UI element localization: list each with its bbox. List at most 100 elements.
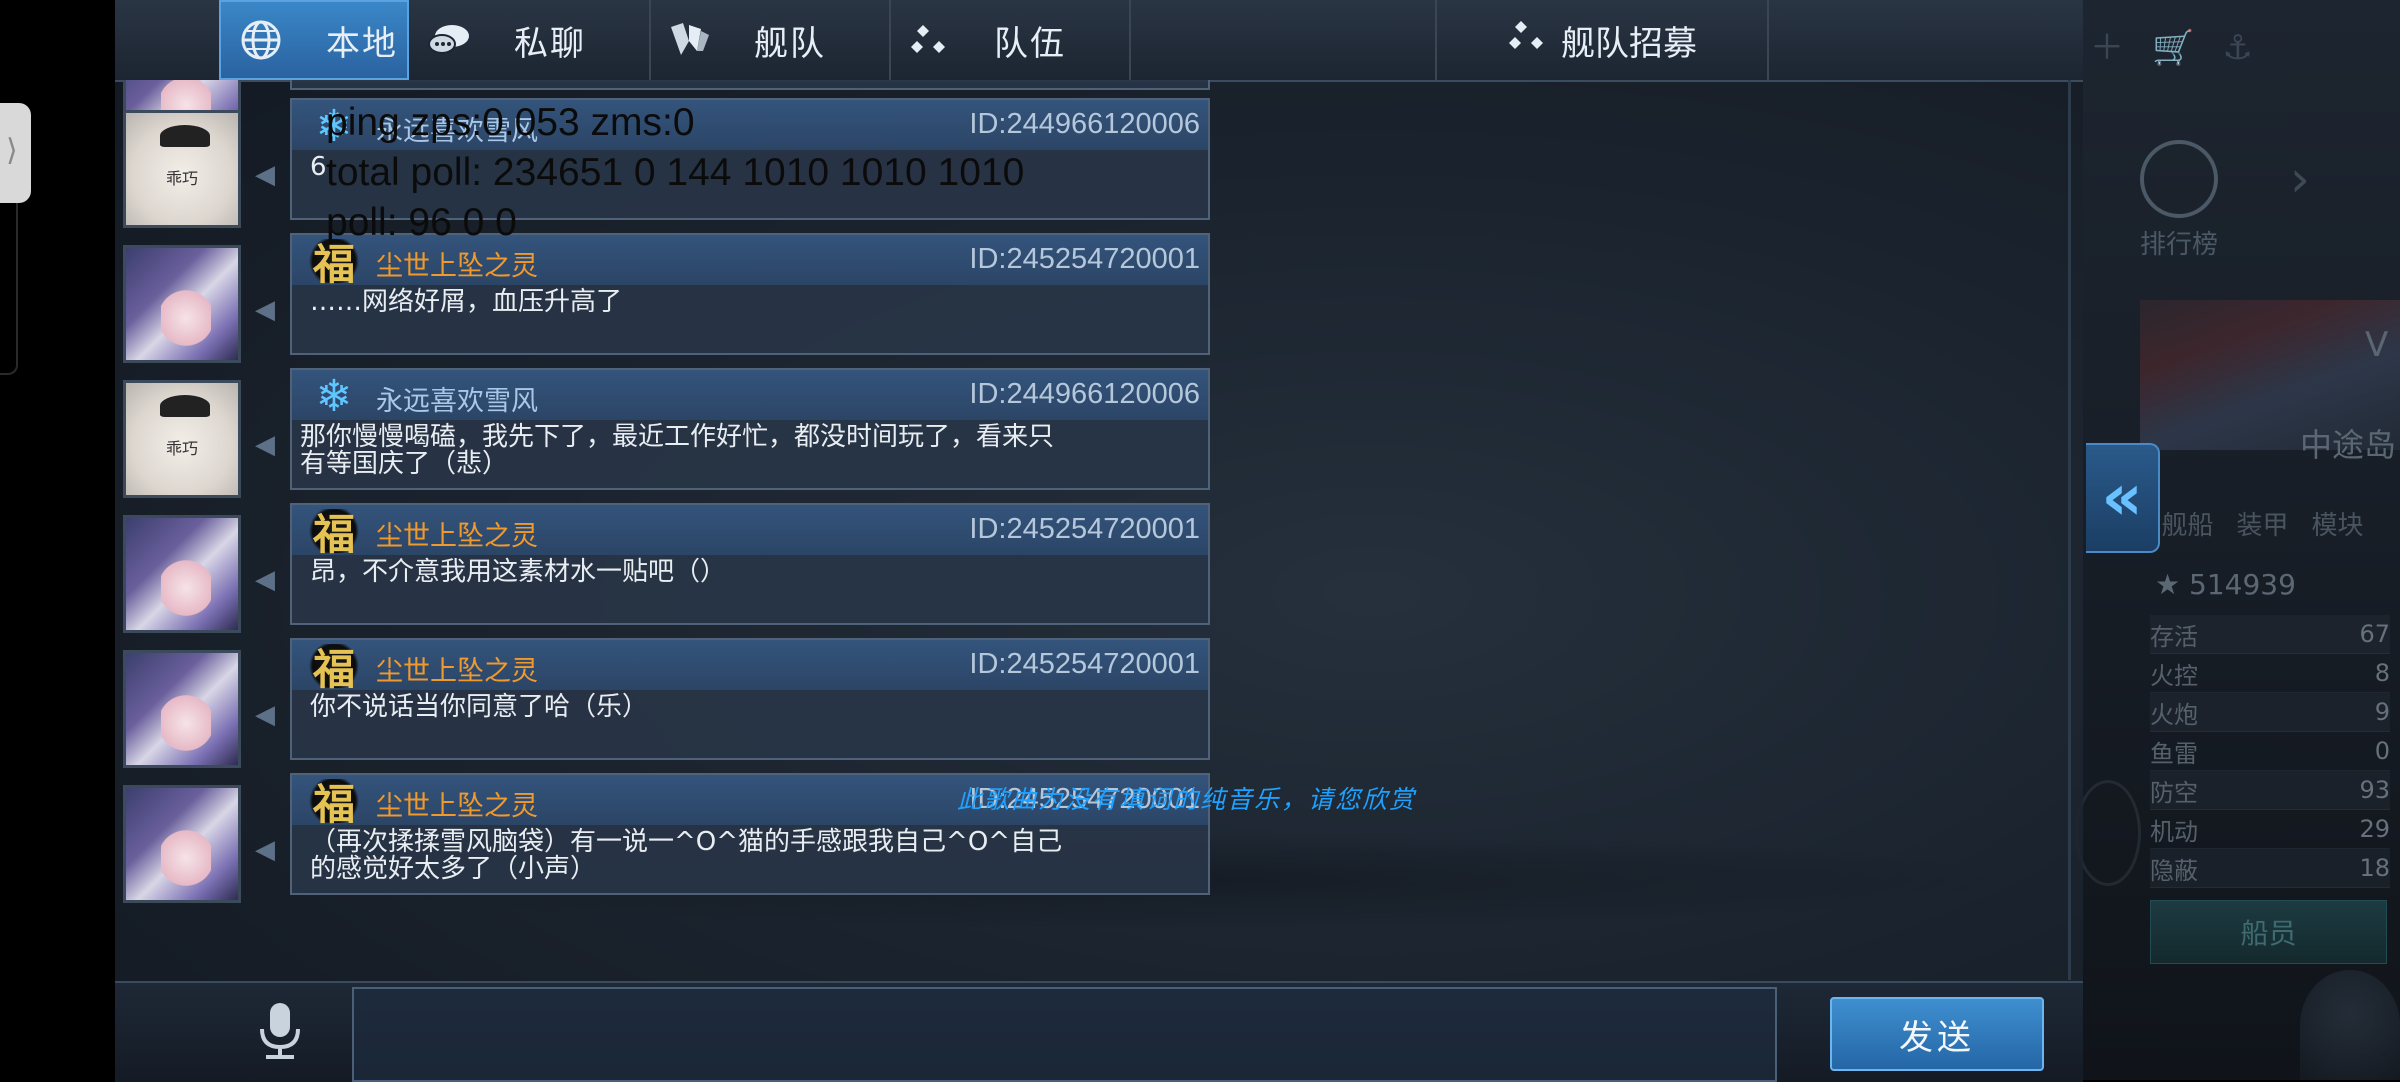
tab-label: 本地 bbox=[326, 23, 398, 64]
fleet-icon bbox=[664, 15, 714, 65]
message-bubble: 福 尘世上坠之灵 ID:245254720001 你不说话当你同意了哈（乐） bbox=[290, 638, 1210, 760]
combat-power: ★ 514939 bbox=[2155, 568, 2296, 601]
shop-cart-icon[interactable]: 🛒 bbox=[2152, 28, 2194, 68]
avatar[interactable] bbox=[123, 515, 241, 633]
ship-tabs: 舰船 装甲 模块 bbox=[2150, 505, 2375, 542]
captain-avatar[interactable] bbox=[2300, 970, 2400, 1080]
crew-button[interactable]: 船员 bbox=[2150, 900, 2387, 964]
microphone-icon[interactable] bbox=[250, 1001, 310, 1061]
tab-local[interactable]: 本地 bbox=[219, 0, 409, 80]
team-icon bbox=[1507, 19, 1547, 61]
side-drawer-handle[interactable] bbox=[0, 103, 31, 203]
caret-left-icon: ◀ bbox=[255, 295, 275, 325]
screen-edge-decoration bbox=[0, 203, 18, 375]
tab-ship[interactable]: 舰船 bbox=[2150, 505, 2225, 542]
debug-total-poll: total poll: 234651 0 144 1010 1010 1010 bbox=[326, 151, 1025, 194]
sender-name[interactable]: 永远喜欢雪风 bbox=[376, 379, 538, 418]
caret-left-icon: ◀ bbox=[255, 430, 275, 460]
avatar[interactable] bbox=[123, 245, 241, 363]
stat-row: 火控 8 bbox=[2150, 654, 2390, 693]
stat-value: 0 bbox=[2374, 737, 2390, 765]
tab-armor[interactable]: 装甲 bbox=[2225, 505, 2300, 542]
sender-id: ID:245254720001 bbox=[969, 513, 1200, 545]
stat-label: 鱼雷 bbox=[2150, 739, 2198, 768]
ship-location: 中途岛 bbox=[2300, 426, 2397, 464]
anchor-icon[interactable]: ⚓ bbox=[2222, 28, 2252, 68]
plus-icon[interactable]: ＋ bbox=[2090, 20, 2124, 69]
send-button[interactable]: 发送 bbox=[1830, 997, 2044, 1071]
chat-text-input[interactable] bbox=[352, 987, 1777, 1082]
avatar[interactable] bbox=[123, 785, 241, 903]
message-text: 你不说话当你同意了哈（乐） bbox=[310, 692, 649, 722]
scrollbar-track[interactable] bbox=[2068, 80, 2071, 980]
stat-value: 18 bbox=[2359, 854, 2390, 882]
stat-value: 29 bbox=[2359, 815, 2390, 843]
fortune-badge-icon: 福 bbox=[306, 644, 362, 694]
caret-left-icon: ◀ bbox=[255, 565, 275, 595]
stat-row: 存活 67 bbox=[2150, 615, 2390, 654]
sender-id: ID:245254720001 bbox=[969, 648, 1200, 680]
caret-left-icon: ◀ bbox=[255, 160, 275, 190]
sender-name[interactable]: 尘世上坠之灵 bbox=[376, 649, 538, 688]
stat-label: 火炮 bbox=[2150, 700, 2198, 729]
chevron-down-icon[interactable]: V bbox=[2365, 325, 2388, 365]
leaderboard-button[interactable]: 排行榜 bbox=[2140, 140, 2218, 261]
skill-icon[interactable] bbox=[2075, 780, 2141, 886]
sender-name[interactable]: 尘世上坠之灵 bbox=[376, 514, 538, 553]
leaderboard-icon bbox=[2140, 140, 2218, 218]
tab-private[interactable]: 私聊 bbox=[409, 0, 651, 80]
stat-row: 防空 93 bbox=[2150, 771, 2390, 810]
collapse-chat-button[interactable]: « bbox=[2086, 443, 2160, 553]
stat-label: 机动 bbox=[2150, 817, 2198, 846]
stat-row: 火炮 9 bbox=[2150, 693, 2390, 732]
ship-stats: 存活 67 火控 8 火炮 9 鱼雷 0 防空 93 机动 29 隐蔽 18 bbox=[2150, 615, 2390, 888]
message-header: ❄ 永远喜欢雪风 ID:244966120006 bbox=[292, 370, 1208, 422]
stat-value: 93 bbox=[2359, 776, 2390, 804]
tab-module[interactable]: 模块 bbox=[2300, 505, 2375, 542]
caret-left-icon: ◀ bbox=[255, 835, 275, 865]
debug-overlay: ping zps:0.053 zms:0 total poll: 234651 … bbox=[326, 98, 1024, 248]
chat-tabs: 本地 私聊 舰队 队伍 舰队招募 bbox=[115, 0, 2083, 82]
tab-fleet[interactable]: 舰队 bbox=[649, 0, 891, 80]
team-icon bbox=[904, 15, 954, 65]
debug-poll: poll: 96 0 0 bbox=[326, 201, 517, 244]
chat-input-bar: 发送 bbox=[115, 981, 2083, 1082]
stat-row: 隐蔽 18 bbox=[2150, 849, 2390, 888]
message-bubble: 福 尘世上坠之灵 ID:245254720001 ……网络好屑，血压升高了 bbox=[290, 233, 1210, 355]
stat-label: 存活 bbox=[2150, 622, 2198, 651]
tab-label: 队伍 bbox=[994, 23, 1066, 64]
caret-left-icon: ◀ bbox=[255, 700, 275, 730]
sender-name[interactable]: 尘世上坠之灵 bbox=[376, 784, 538, 823]
combat-power-value: 514939 bbox=[2189, 568, 2296, 601]
chat-message: ◀ 福 尘世上坠之灵 ID:245254720001 昂，不介意我用这素材水一贴… bbox=[115, 503, 1215, 638]
avatar-caption: 乖巧 bbox=[165, 439, 198, 458]
message-text: ……网络好屑，血压升高了 bbox=[310, 287, 623, 317]
fortune-badge-icon: 福 bbox=[306, 779, 362, 829]
sender-name[interactable]: 尘世上坠之灵 bbox=[376, 244, 538, 283]
chat-bubble-icon bbox=[424, 15, 474, 65]
chat-message: ◀ 福 尘世上坠之灵 ID:245254720001 你不说话当你同意了哈（乐） bbox=[115, 638, 1215, 773]
next-arrow-icon[interactable]: › bbox=[2290, 150, 2310, 208]
tab-team[interactable]: 队伍 bbox=[889, 0, 1131, 80]
tab-label: 舰队 bbox=[754, 23, 826, 64]
stat-row: 机动 29 bbox=[2150, 810, 2390, 849]
tab-label: 私聊 bbox=[514, 23, 586, 64]
message-header: 福 尘世上坠之灵 ID:245254720001 bbox=[292, 505, 1208, 559]
message-bubble bbox=[290, 80, 1210, 90]
stat-label: 火控 bbox=[2150, 661, 2198, 690]
avatar[interactable]: 乖巧 bbox=[123, 110, 241, 228]
stat-value: 8 bbox=[2374, 659, 2390, 687]
tab-fleet-recruit[interactable]: 舰队招募 bbox=[1435, 0, 1769, 80]
message-text: （再次揉揉雪风脑袋）有一说一^O^猫的手感跟我自己^O^自己的感觉好太多了（小声… bbox=[310, 827, 1063, 884]
sender-id: ID:244966120006 bbox=[969, 378, 1200, 410]
snowflake-icon: ❄ bbox=[315, 370, 353, 422]
leaderboard-label: 排行榜 bbox=[2140, 230, 2219, 260]
avatar[interactable]: 乖巧 bbox=[123, 380, 241, 498]
globe-icon bbox=[236, 15, 286, 65]
avatar-caption: 乖巧 bbox=[165, 169, 198, 188]
avatar[interactable] bbox=[123, 650, 241, 768]
debug-ping: ping zps:0.053 zms:0 bbox=[326, 101, 695, 144]
message-text: 那你慢慢喝磕，我先下了，最近工作好忙，都没时间玩了，看来只有等国庆了（悲） bbox=[300, 422, 1055, 479]
stat-row: 鱼雷 0 bbox=[2150, 732, 2390, 771]
stat-value: 9 bbox=[2374, 698, 2390, 726]
